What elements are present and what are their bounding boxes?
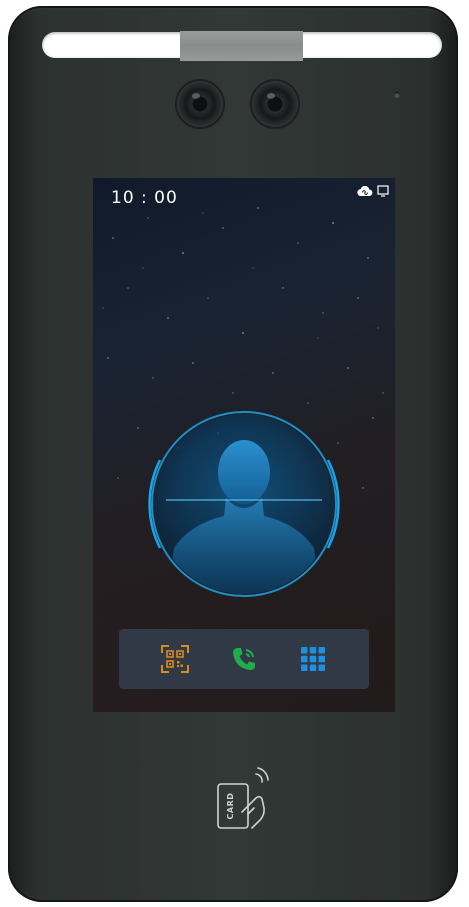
right-camera-lens xyxy=(252,81,298,127)
card-reader-area[interactable]: CARD xyxy=(212,764,276,834)
ir-sensor-window xyxy=(180,31,303,61)
face-recognition-scanner xyxy=(148,411,340,597)
keypad-button[interactable] xyxy=(296,642,330,676)
screen-icon xyxy=(377,185,389,197)
call-button[interactable] xyxy=(227,642,261,676)
keypad-grid-icon xyxy=(300,647,325,671)
touch-screen: 10 : 00 xyxy=(93,178,395,712)
card-label: CARD xyxy=(226,793,235,820)
quick-action-toolbar xyxy=(119,629,369,689)
cloud-connected-icon xyxy=(357,186,373,197)
clock-time: 10 : 00 xyxy=(111,188,178,208)
qr-code-scan-button[interactable] xyxy=(158,642,192,676)
phone-call-icon xyxy=(232,648,255,670)
qr-scan-icon xyxy=(161,645,190,673)
light-sensor xyxy=(394,92,400,98)
left-camera-lens xyxy=(177,81,223,127)
status-icons xyxy=(357,185,389,197)
